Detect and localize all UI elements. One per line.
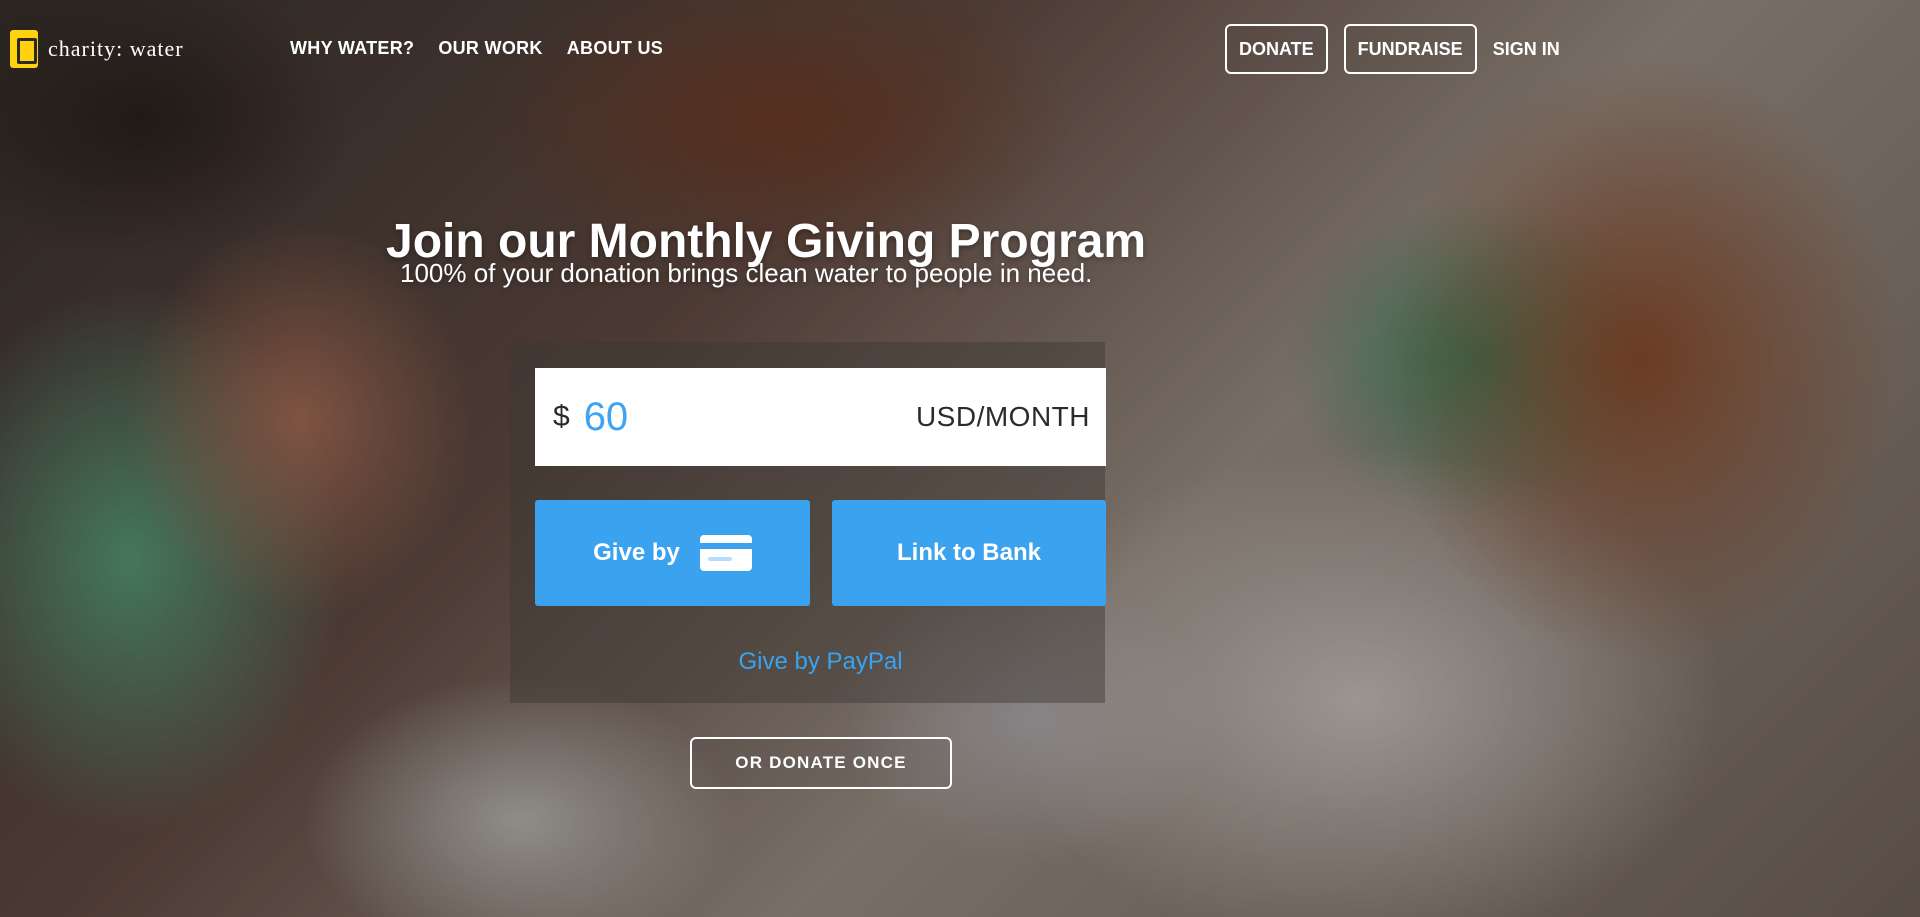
donate-once-button[interactable]: OR DONATE ONCE [690,737,952,789]
hero-subtitle: 100% of your donation brings clean water… [400,258,1093,288]
top-nav: charity: water WHY WATER? OUR WORK ABOUT… [0,0,1920,100]
credit-card-icon [699,535,752,571]
give-by-card-button[interactable]: Give by [535,500,810,606]
give-by-card-label: Give by [593,539,680,566]
link-to-bank-button[interactable]: Link to Bank [832,500,1106,606]
jerrycan-icon [10,30,38,68]
page-root: charity: water WHY WATER? OUR WORK ABOUT… [0,0,1920,917]
currency-symbol: $ [553,400,570,433]
nav-about-us[interactable]: ABOUT US [567,38,663,59]
amount-field[interactable]: $ USD/MONTH [535,368,1106,466]
payment-options: Give by Link to Bank [535,500,1106,606]
nav-why-water[interactable]: WHY WATER? [290,38,414,59]
amount-input[interactable] [581,393,782,441]
brand-name: charity: water [48,36,184,61]
sign-in-link[interactable]: SIGN IN [1493,39,1560,60]
account-actions: DONATE FUNDRAISE SIGN IN [1225,24,1560,74]
main-nav: WHY WATER? OUR WORK ABOUT US [290,38,663,59]
brand-logo[interactable]: charity: water [10,30,184,68]
amount-unit: USD/MONTH [915,401,1090,432]
fundraise-button[interactable]: FUNDRAISE [1343,24,1477,74]
nav-our-work[interactable]: OUR WORK [438,38,542,59]
give-by-paypal-link[interactable]: Give by PayPal [535,648,1106,676]
donate-button[interactable]: DONATE [1225,24,1328,74]
